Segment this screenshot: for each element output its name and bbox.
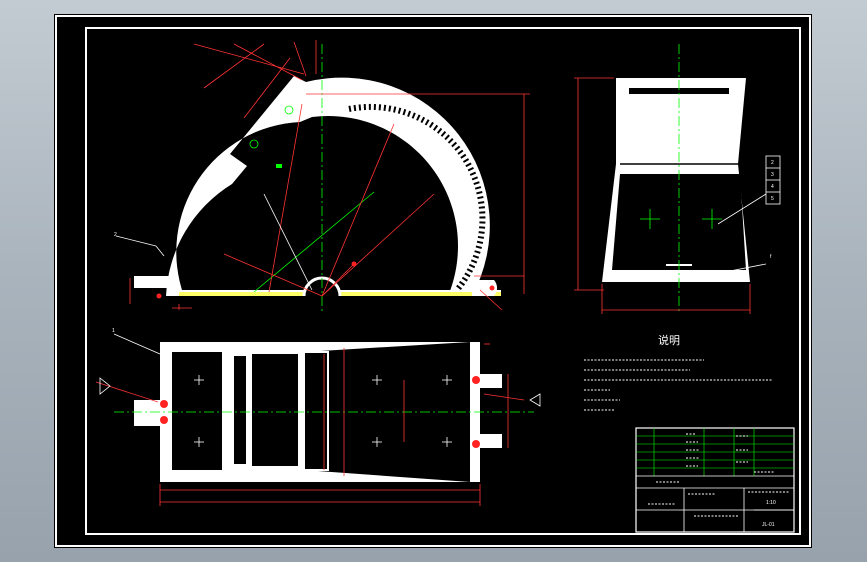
notes-lines bbox=[584, 359, 772, 411]
callout-3: 5 bbox=[771, 196, 774, 202]
plan-cell-1 bbox=[172, 352, 222, 470]
drawing-viewport[interactable]: 2 2 3 4 5 f 1 说明 1:10 JL-01 bbox=[54, 14, 812, 548]
plan-view: 1 bbox=[95, 328, 541, 506]
side-foot-slot bbox=[662, 266, 698, 270]
arch-point-a bbox=[351, 261, 357, 267]
plan-right-lug-top bbox=[480, 374, 502, 388]
cad-drawing: 2 2 3 4 5 f 1 说明 1:10 JL-01 bbox=[55, 15, 811, 547]
title-block: 1:10 JL-01 bbox=[635, 427, 795, 533]
arch-marker bbox=[276, 164, 282, 168]
plan-right-arrow bbox=[529, 393, 541, 407]
side-part-label: f bbox=[770, 254, 772, 260]
plan-cell-2 bbox=[234, 356, 246, 464]
arch-part-label: 2 bbox=[114, 232, 117, 238]
arch-leaders bbox=[115, 193, 313, 291]
title-scale: 1:10 bbox=[766, 500, 776, 506]
callout-1: 3 bbox=[771, 172, 774, 178]
arch-point-b bbox=[156, 293, 162, 299]
arch-hole-a bbox=[249, 139, 259, 149]
plan-left-tab bbox=[134, 400, 160, 426]
arch-point-c bbox=[489, 285, 495, 291]
notes-title: 说明 bbox=[658, 333, 680, 347]
callout-0: 2 bbox=[771, 160, 774, 166]
plan-part-label: 1 bbox=[112, 328, 115, 334]
plan-cell-3 bbox=[252, 354, 298, 466]
plan-right-lug-bottom bbox=[480, 434, 502, 448]
arch-body bbox=[166, 76, 490, 296]
side-callout-stack: 2 3 4 5 bbox=[765, 155, 781, 205]
notes-block: 说明 bbox=[584, 333, 772, 411]
arch-view: 2 bbox=[114, 40, 530, 314]
arch-left-tab bbox=[134, 276, 170, 288]
side-view: 2 3 4 5 f bbox=[574, 44, 781, 314]
title-drawing-no: JL-01 bbox=[762, 522, 775, 528]
plan-leader bbox=[113, 333, 161, 355]
callout-2: 4 bbox=[771, 184, 774, 190]
